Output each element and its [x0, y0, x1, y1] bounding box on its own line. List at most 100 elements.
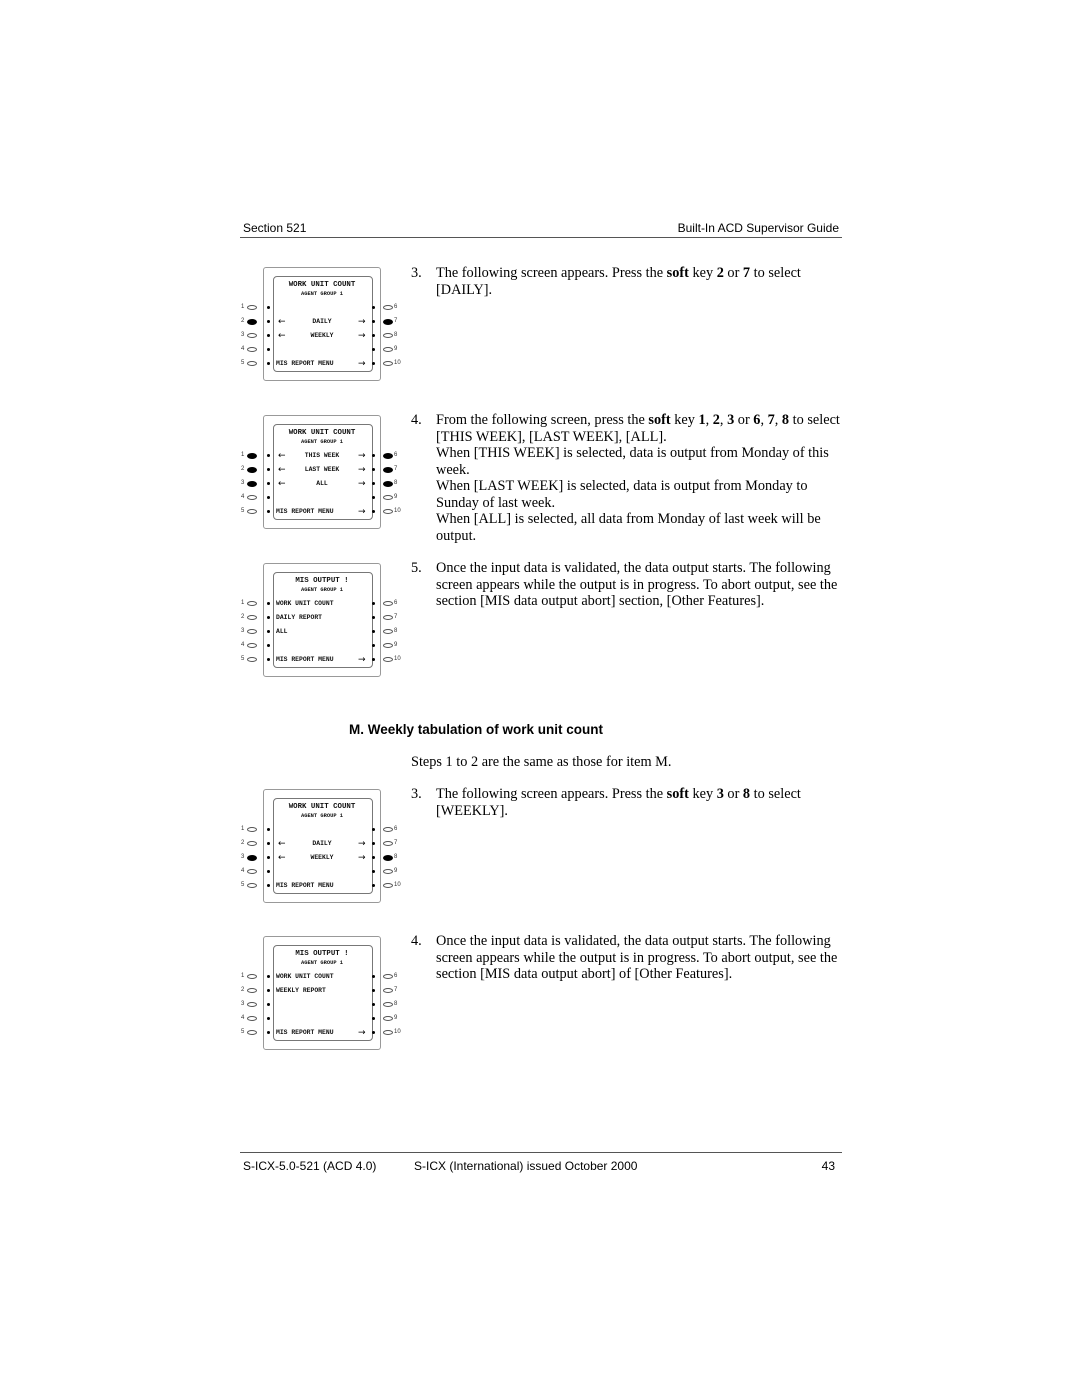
soft-key-1[interactable]	[247, 305, 257, 310]
soft-key-dot	[372, 644, 375, 647]
soft-key-2[interactable]	[247, 615, 257, 620]
soft-key-9[interactable]	[383, 495, 393, 500]
soft-key-dot	[372, 658, 375, 661]
soft-key-9[interactable]	[383, 1016, 393, 1021]
display-row: WORK UNIT COUNT	[276, 973, 334, 980]
soft-key-3[interactable]	[247, 629, 257, 634]
soft-key-label: 8	[394, 854, 398, 860]
display-row: ALL	[316, 480, 328, 487]
soft-key-9[interactable]	[383, 869, 393, 874]
soft-key-label: 1	[241, 826, 245, 832]
soft-key-dot	[267, 644, 270, 647]
soft-key-7[interactable]	[383, 467, 393, 473]
soft-key-4[interactable]	[247, 347, 257, 352]
right-arrow-icon: →	[358, 331, 366, 341]
soft-key-label: 5	[241, 656, 245, 662]
soft-key-dot	[267, 1003, 270, 1006]
soft-key-3[interactable]	[247, 333, 257, 338]
soft-key-label: 9	[394, 346, 398, 352]
soft-key-5[interactable]	[247, 1030, 257, 1035]
soft-key-1[interactable]	[247, 827, 257, 832]
soft-key-8[interactable]	[383, 1002, 393, 1007]
soft-key-10[interactable]	[383, 361, 393, 366]
soft-key-4[interactable]	[247, 869, 257, 874]
soft-key-label: 3	[241, 1001, 245, 1007]
soft-key-8[interactable]	[383, 481, 393, 487]
soft-key-label: 5	[241, 360, 245, 366]
soft-key-dot	[267, 362, 270, 365]
soft-key-label: 8	[394, 1001, 398, 1007]
soft-key-dot	[372, 842, 375, 845]
soft-key-10[interactable]	[383, 883, 393, 888]
soft-key-8[interactable]	[383, 629, 393, 634]
soft-key-2[interactable]	[247, 319, 257, 325]
step-item: 4. From the following screen, press the s…	[411, 412, 841, 544]
soft-key-4[interactable]	[247, 495, 257, 500]
soft-key-label: 7	[394, 466, 398, 472]
soft-key-3[interactable]	[247, 481, 257, 487]
soft-key-label: 2	[241, 466, 245, 472]
soft-key-5[interactable]	[247, 657, 257, 662]
soft-key-label: 10	[394, 656, 401, 662]
soft-key-label: 6	[394, 452, 398, 458]
soft-key-label: 10	[394, 360, 401, 366]
soft-key-10[interactable]	[383, 657, 393, 662]
issue-info: S-ICX (International) issued October 200…	[414, 1159, 638, 1173]
display-title: WORK UNIT COUNT	[288, 803, 356, 811]
soft-key-7[interactable]	[383, 841, 393, 846]
soft-key-9[interactable]	[383, 347, 393, 352]
soft-key-3[interactable]	[247, 855, 257, 861]
soft-key-5[interactable]	[247, 883, 257, 888]
soft-key-9[interactable]	[383, 643, 393, 648]
soft-key-5[interactable]	[247, 509, 257, 514]
soft-key-1[interactable]	[247, 453, 257, 459]
soft-key-dot	[372, 482, 375, 485]
display-title: MIS OUTPUT !	[295, 577, 349, 585]
soft-key-4[interactable]	[247, 643, 257, 648]
soft-key-dot	[267, 602, 270, 605]
display-title: WORK UNIT COUNT	[288, 281, 356, 289]
soft-key-7[interactable]	[383, 615, 393, 620]
soft-key-7[interactable]	[383, 319, 393, 325]
soft-key-label: 7	[394, 840, 398, 846]
soft-key-1[interactable]	[247, 974, 257, 979]
soft-key-6[interactable]	[383, 305, 393, 310]
soft-key-10[interactable]	[383, 509, 393, 514]
soft-key-10[interactable]	[383, 1030, 393, 1035]
section-label: Section 521	[243, 221, 307, 235]
soft-key-dot	[372, 496, 375, 499]
soft-key-label: 7	[394, 987, 398, 993]
display-row: DAILY	[312, 840, 332, 847]
soft-key-6[interactable]	[383, 601, 393, 606]
soft-key-label: 3	[241, 854, 245, 860]
soft-key-6[interactable]	[383, 453, 393, 459]
soft-key-dot	[372, 334, 375, 337]
soft-key-dot	[267, 616, 270, 619]
soft-key-5[interactable]	[247, 361, 257, 366]
soft-key-dot	[267, 482, 270, 485]
soft-key-8[interactable]	[383, 333, 393, 338]
soft-key-dot	[267, 884, 270, 887]
right-arrow-icon: →	[358, 359, 366, 369]
soft-key-dot	[372, 454, 375, 457]
soft-key-label: 2	[241, 840, 245, 846]
soft-key-label: 10	[394, 1029, 401, 1035]
right-arrow-icon: →	[358, 839, 366, 849]
soft-key-6[interactable]	[383, 827, 393, 832]
display-row: WORK UNIT COUNT	[276, 600, 334, 607]
soft-key-dot	[372, 856, 375, 859]
soft-key-7[interactable]	[383, 988, 393, 993]
phone-display-panel: MIS OUTPUT ! AGENT GROUP 1 1 6 WORK UNIT COU…	[238, 931, 408, 1050]
soft-key-label: 10	[394, 508, 401, 514]
soft-key-3[interactable]	[247, 1002, 257, 1007]
right-arrow-icon: →	[358, 853, 366, 863]
soft-key-4[interactable]	[247, 1016, 257, 1021]
soft-key-dot	[267, 828, 270, 831]
soft-key-2[interactable]	[247, 841, 257, 846]
soft-key-6[interactable]	[383, 974, 393, 979]
soft-key-2[interactable]	[247, 988, 257, 993]
soft-key-1[interactable]	[247, 601, 257, 606]
soft-key-8[interactable]	[383, 855, 393, 861]
step-note: When [ALL] is selected, all data from Mo…	[436, 511, 821, 544]
soft-key-2[interactable]	[247, 467, 257, 473]
